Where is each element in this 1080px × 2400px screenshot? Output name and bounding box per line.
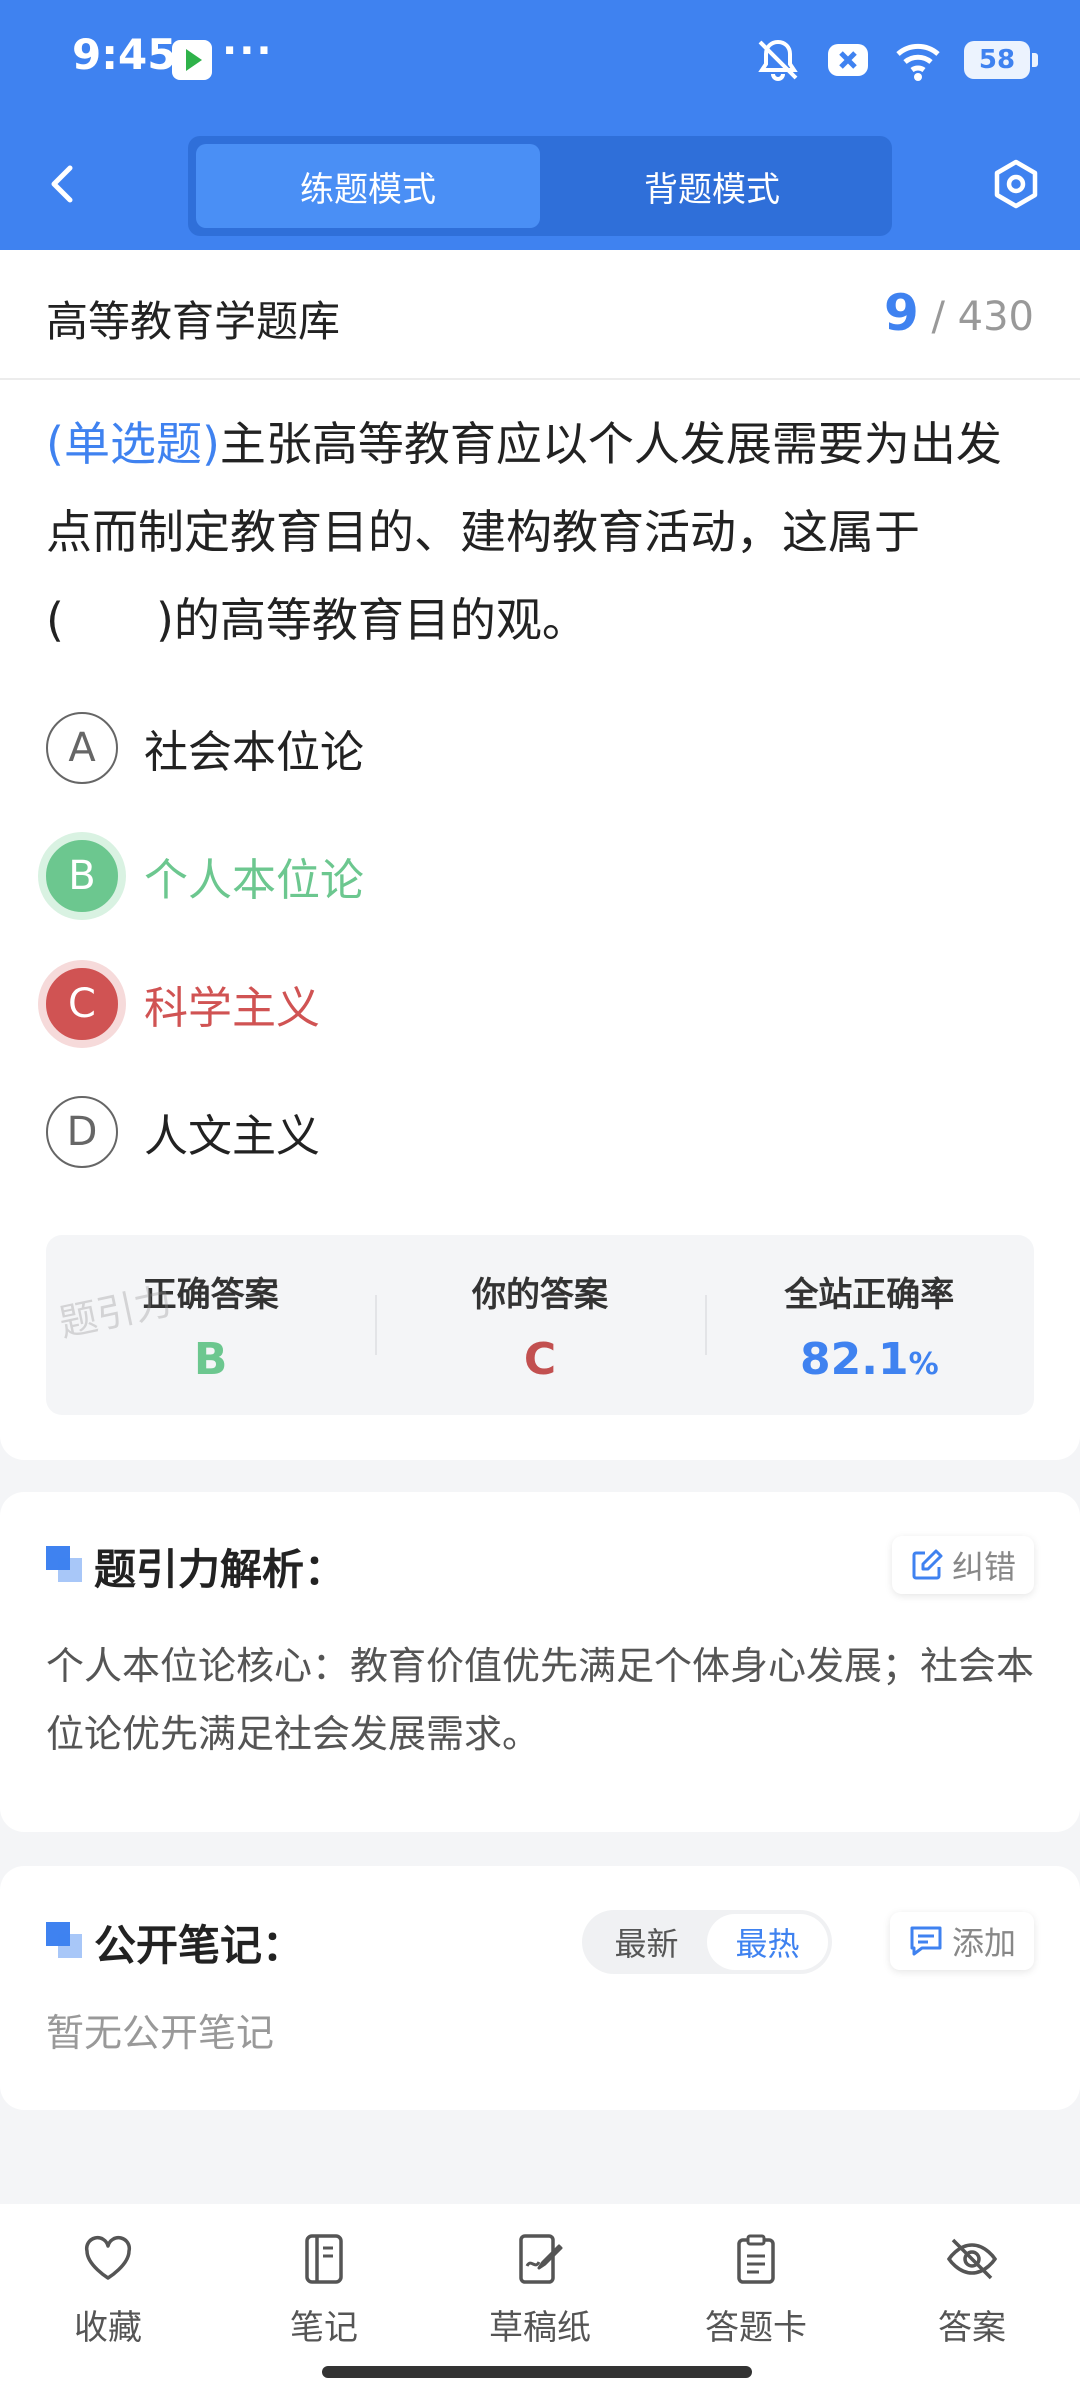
option-a[interactable]: A 社会本位论: [46, 710, 946, 786]
nav-draft-paper-label: 草稿纸: [489, 2308, 591, 2348]
section-square-icon: [46, 1922, 82, 1958]
option-c[interactable]: C 科学主义: [46, 966, 946, 1042]
question-text: (单选题)主张高等教育应以个人发展需要为出发点而制定教育目的、建构教育活动，这属…: [46, 400, 1036, 664]
comment-icon: [910, 1926, 942, 1956]
site-accuracy-value: 82.1%: [705, 1334, 1034, 1385]
battery-icon: 58: [964, 41, 1038, 79]
nav-notes-label: 笔记: [290, 2308, 358, 2348]
option-c-letter: C: [46, 968, 118, 1040]
nav-answer-label: 答案: [938, 2308, 1006, 2348]
close-box-icon: [828, 44, 868, 76]
option-b-text: 个人本位论: [144, 855, 364, 906]
correct-answer-value: B: [193, 1334, 228, 1385]
your-answer-label: 你的答案: [471, 1275, 608, 1315]
add-note-button[interactable]: 添加: [889, 1912, 1034, 1970]
sort-hottest[interactable]: 最热: [707, 1914, 828, 1970]
wifi-icon: [896, 43, 940, 81]
question-type-label: (单选题): [46, 417, 220, 471]
section-square-icon: [46, 1546, 82, 1582]
option-d[interactable]: D 人文主义: [46, 1094, 946, 1170]
answer-stats: 正确答案 B 题引力 你的答案 C 全站正确率 82.1%: [46, 1235, 1034, 1415]
question-counter: 9 / 430: [884, 284, 1034, 342]
back-arrow-icon[interactable]: [40, 160, 88, 208]
option-d-letter: D: [46, 1096, 118, 1168]
nav-favorite[interactable]: 收藏: [0, 2204, 216, 2400]
analysis-title: 题引力解析：: [94, 1545, 347, 1594]
public-notes-card: 公开笔记： 最新 最热 添加 暂无公开笔记: [0, 1866, 1080, 2110]
site-accuracy-unit: %: [908, 1347, 939, 1382]
nav-favorite-label: 收藏: [74, 2308, 142, 2348]
site-accuracy-label: 全站正确率: [784, 1275, 955, 1315]
site-accuracy-number: 82.1: [800, 1334, 909, 1385]
public-notes-title: 公开笔记：: [94, 1921, 305, 1970]
stat-correct-answer: 正确答案 B 题引力: [46, 1235, 375, 1415]
edit-icon: [912, 1549, 943, 1580]
draft-icon: [519, 2234, 563, 2284]
more-notifications-icon: ···: [222, 28, 274, 74]
tab-recite-mode[interactable]: 背题模式: [540, 144, 884, 228]
app-notification-icon: [172, 40, 212, 80]
your-answer-value: C: [523, 1334, 557, 1385]
status-icons: 58: [754, 36, 1038, 84]
home-indicator[interactable]: [322, 2366, 752, 2378]
option-c-text: 科学主义: [144, 983, 320, 1034]
option-a-letter: A: [46, 712, 118, 784]
sort-latest[interactable]: 最新: [586, 1914, 707, 1970]
total-questions: / 430: [931, 294, 1034, 340]
mode-tabs: 练题模式 背题模式: [188, 136, 892, 236]
option-d-text: 人文主义: [144, 1111, 320, 1162]
question-bank-title: 高等教育学题库: [46, 297, 341, 346]
empty-notes-text: 暂无公开笔记: [46, 2011, 275, 2055]
notebook-icon: [305, 2234, 343, 2284]
correction-label: 纠错: [951, 1548, 1016, 1586]
heart-icon: [84, 2236, 132, 2280]
current-question-number: 9: [883, 284, 919, 342]
analysis-text: 个人本位论核心：教育价值优先满足个体身心发展；社会本位论优先满足社会发展需求。: [46, 1644, 1035, 1756]
notes-sort-toggle: 最新 最热: [582, 1910, 832, 1974]
stat-your-answer: 你的答案 C: [375, 1235, 704, 1415]
bell-off-icon: [758, 39, 798, 81]
nav-answer[interactable]: 答案: [864, 2204, 1080, 2400]
status-bar: 9:45 ··· 58: [0, 0, 1080, 120]
settings-hexagon-icon[interactable]: [990, 158, 1042, 210]
status-time: 9:45: [72, 30, 177, 79]
clipboard-icon: [737, 2234, 775, 2284]
analysis-card: 题引力解析： 纠错 个人本位论核心：教育价值优先满足个体身心发展；社会本位论优先…: [0, 1492, 1080, 1832]
stat-site-accuracy: 全站正确率 82.1%: [704, 1235, 1034, 1415]
question-bank-row: 高等教育学题库 9 / 430: [0, 250, 1080, 380]
option-b[interactable]: B 个人本位论: [46, 838, 946, 914]
add-note-label: 添加: [951, 1924, 1016, 1962]
option-a-text: 社会本位论: [144, 727, 364, 778]
option-b-letter: B: [46, 840, 118, 912]
correction-button[interactable]: 纠错: [891, 1536, 1034, 1594]
eye-off-icon: [946, 2238, 998, 2280]
tab-practice-mode[interactable]: 练题模式: [196, 144, 540, 228]
question-card: 高等教育学题库 9 / 430 (单选题)主张高等教育应以个人发展需要为出发点而…: [0, 250, 1080, 1460]
top-header: 9:45 ··· 58 练题模式 背题模式: [0, 0, 1080, 250]
nav-answer-sheet-label: 答题卡: [705, 2308, 807, 2348]
